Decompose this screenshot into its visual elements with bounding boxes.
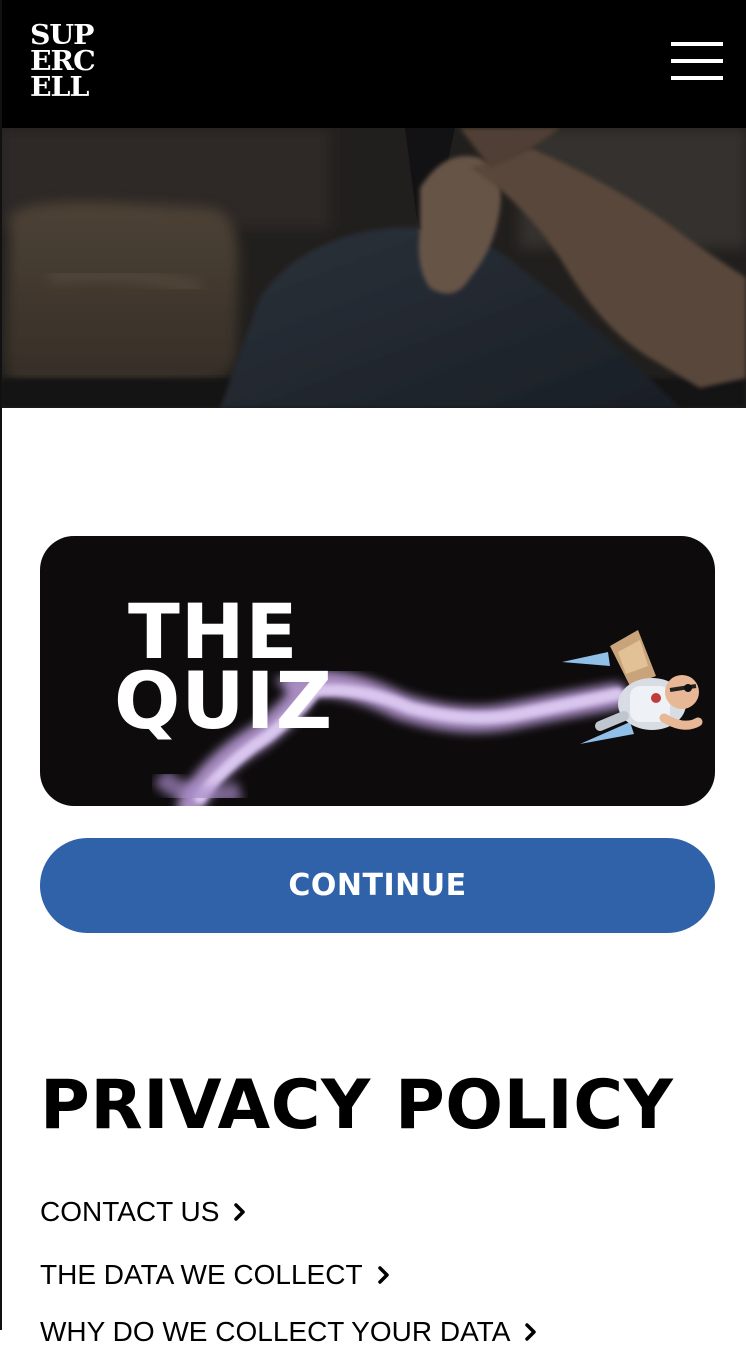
data-we-collect-label: THE DATA WE COLLECT [40,1259,363,1290]
site-header: SUP ERC ELL [0,0,746,128]
chevron-right-icon [377,1266,391,1284]
data-we-collect-link[interactable]: THE DATA WE COLLECT [40,1255,391,1295]
chevron-right-icon [524,1323,538,1341]
person-holding-phone-photo [0,128,746,408]
logo-line-1: SUP [30,20,94,51]
quiz-banner[interactable]: THE QUIZ [40,536,715,806]
quiz-title: THE QUIZ [114,587,334,747]
hero-image [0,128,746,408]
page-left-border [0,0,2,1330]
hamburger-menu-icon[interactable] [669,40,725,82]
why-collect-data-link[interactable]: WHY DO WE COLLECT YOUR DATA [40,1312,538,1352]
flying-jetpack-character-icon [562,630,703,744]
logo-line-2: ERC [30,46,96,77]
quiz-title-line-2: QUIZ [114,657,334,747]
continue-button[interactable]: CONTINUE [40,838,715,933]
logo-line-3: ELL [30,72,89,103]
supercell-logo[interactable]: SUP ERC ELL [30,22,124,101]
chevron-right-icon [233,1203,247,1221]
contact-us-label: CONTACT US [40,1196,220,1227]
why-collect-data-label: WHY DO WE COLLECT YOUR DATA [40,1316,511,1347]
quiz-title-line-1: THE [128,587,299,676]
contact-us-link[interactable]: CONTACT US [40,1192,247,1232]
privacy-policy-heading: PRIVACY POLICY [40,1066,674,1145]
